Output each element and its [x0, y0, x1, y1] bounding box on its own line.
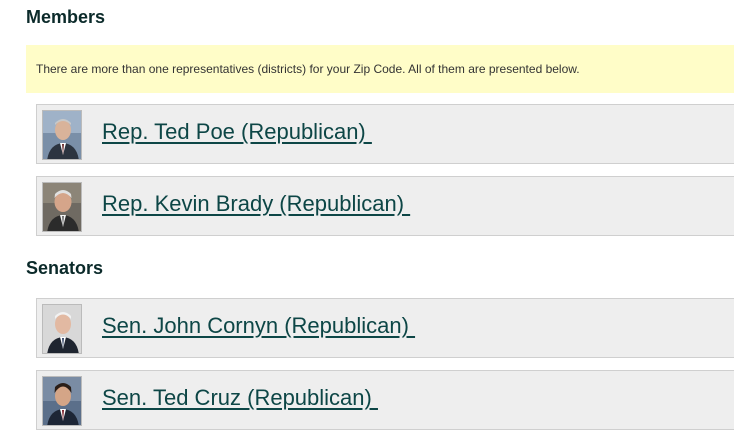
senator-photo: [42, 304, 82, 354]
senator-link-ted-cruz[interactable]: Sen. Ted Cruz (Republican): [102, 385, 378, 411]
member-photo: [42, 182, 82, 232]
member-card: Rep. Ted Poe (Republican): [36, 104, 734, 164]
senator-card: Sen. John Cornyn (Republican): [36, 298, 734, 358]
senators-heading: Senators: [26, 258, 104, 278]
member-link-ted-poe[interactable]: Rep. Ted Poe (Republican): [102, 119, 372, 145]
senator-photo: [42, 376, 82, 426]
zip-code-notice: There are more than one representatives …: [26, 45, 734, 93]
member-photo: [42, 110, 82, 160]
member-card: Rep. Kevin Brady (Republican): [36, 176, 734, 236]
senator-card: Sen. Ted Cruz (Republican): [36, 370, 734, 430]
page: Members There are more than one represen…: [0, 0, 734, 443]
member-link-kevin-brady[interactable]: Rep. Kevin Brady (Republican): [102, 191, 410, 217]
senator-link-john-cornyn[interactable]: Sen. John Cornyn (Republican): [102, 313, 415, 339]
members-heading: Members: [26, 7, 106, 27]
